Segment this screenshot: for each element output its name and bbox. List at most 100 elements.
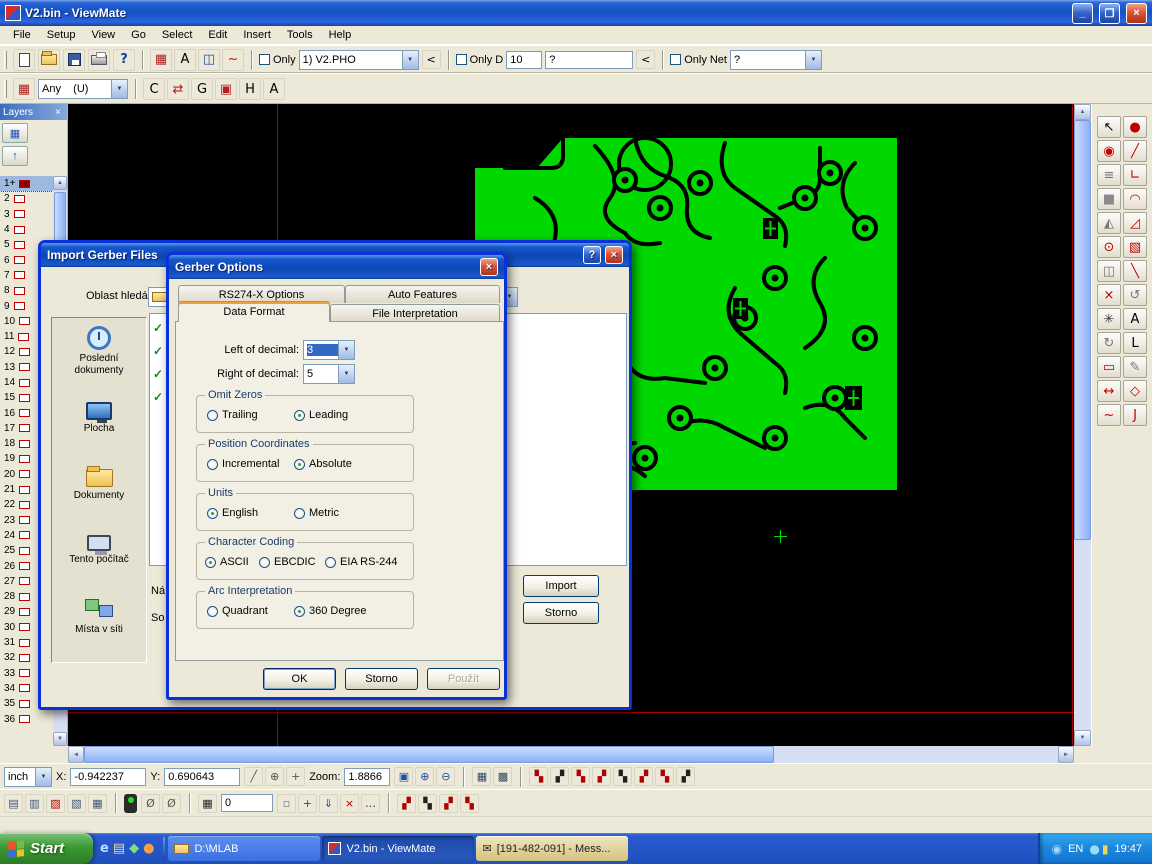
menu-item[interactable]: Tools [279,27,321,43]
layer-color-swatch[interactable] [19,486,30,494]
grid-fine-icon[interactable]: ▩ [493,767,512,786]
menu-item[interactable]: Go [123,27,154,43]
omit-zeros-leading-radio[interactable]: Leading [294,409,348,421]
swap-axes-icon[interactable]: ⇄ [167,78,189,100]
media-icon[interactable]: ◆ [129,841,139,856]
scroll-up-icon[interactable]: ▲ [53,176,67,190]
layer-color-swatch[interactable] [19,562,30,570]
dcode-pattern-4-icon[interactable]: ▞ [592,767,611,786]
pencil-icon[interactable]: ✎ [1123,356,1147,378]
unit-combo[interactable]: inch ▼ [4,767,52,787]
scroll-down-icon[interactable]: ▼ [1074,730,1091,746]
layers-panel-header[interactable]: Layers × [0,104,67,120]
menu-item[interactable]: Help [321,27,360,43]
tray-app-icon[interactable]: ◉ [1052,842,1062,856]
import-close-button[interactable]: × [605,246,623,264]
layer-color-swatch[interactable] [19,455,30,463]
fill-pattern-2-icon[interactable]: ▚ [418,794,437,813]
menu-item[interactable]: Select [154,27,201,43]
fill-pattern-4-icon[interactable]: ▚ [460,794,479,813]
waveform-icon[interactable]: ~ [222,49,244,71]
only-net-checkbox[interactable] [670,54,681,65]
layer-color-swatch[interactable] [19,409,30,417]
chevron-down-icon[interactable]: ▼ [338,341,354,359]
h-code-icon[interactable]: H [239,78,261,100]
rotate-cw-icon[interactable]: ↻ [1097,332,1121,354]
target-icon[interactable]: ⊙ [1097,236,1121,258]
slope-icon[interactable]: ◿ [1123,212,1147,234]
import-button[interactable]: Import [523,575,599,597]
layer-color-swatch[interactable] [19,669,30,677]
diamond-icon[interactable]: ◇ [1123,380,1147,402]
arc-tool-icon[interactable]: ◠ [1123,188,1147,210]
ruler-icon[interactable]: ▭ [1097,356,1121,378]
zoom-in-icon[interactable]: ⊕ [415,767,434,786]
canvas-horizontal-scrollbar[interactable]: ◄ ► [68,746,1074,763]
menu-item[interactable]: Setup [39,27,84,43]
layer-color-swatch[interactable] [19,348,30,356]
toolbar-grip[interactable] [4,80,7,98]
chevron-down-icon[interactable]: ▼ [111,80,127,98]
menu-item[interactable]: View [83,27,123,43]
frame-select-icon[interactable]: ▣ [215,78,237,100]
probe-a-icon[interactable]: Ø [141,794,160,813]
units-metric-radio[interactable]: Metric [294,507,339,519]
layer-grid-button[interactable]: ▦ [2,123,28,143]
layer-combo[interactable]: 1) V2.PHO ▼ [299,50,419,70]
zoom-value-field[interactable]: 1.8866 [344,768,390,786]
chevron-down-icon[interactable]: ▼ [805,51,821,69]
panes-icon[interactable]: ◫ [1097,260,1121,282]
place-item[interactable]: Tento počítač [52,516,146,582]
dimension-icon[interactable]: ↔ [1097,380,1121,402]
minimize-button[interactable]: _ [1072,3,1093,24]
layer-color-swatch[interactable] [19,684,30,692]
layer-color-swatch[interactable] [14,256,25,264]
probe-b-icon[interactable]: Ø [162,794,181,813]
layer-color-swatch[interactable] [19,715,30,723]
place-item[interactable]: Plocha [52,384,146,450]
layer-color-swatch[interactable] [19,379,30,387]
dcode-pattern-3-icon[interactable]: ▚ [571,767,590,786]
grid-toggle-icon[interactable]: ▦ [472,767,491,786]
origin-target-icon[interactable]: ⊕ [265,767,284,786]
layer-color-swatch[interactable] [14,195,25,203]
task-button-message[interactable]: ✉ [191-482-091] - Mess... [476,836,628,861]
mirror-icon[interactable]: ◭ [1097,212,1121,234]
place-item[interactable]: Dokumenty [52,450,146,516]
dcode-pattern-8-icon[interactable]: ▞ [676,767,695,786]
tray-indicator-icon[interactable]: ● [1089,842,1099,856]
drop-down-icon[interactable]: ⇓ [319,794,338,813]
letter-l-icon[interactable]: L [1123,332,1147,354]
chevron-down-icon[interactable]: ▼ [338,365,354,383]
aperture-grid-icon[interactable]: ▦ [150,49,172,71]
right-of-decimal-combo[interactable]: 5 ▼ [303,364,355,384]
burst-icon[interactable]: ✳ [1097,308,1121,330]
layer-color-swatch[interactable] [19,424,30,432]
axis-cross-icon[interactable]: + [286,767,305,786]
layer-row[interactable]: 1+ [0,176,53,191]
prev-dcode-button[interactable]: < [636,50,655,69]
x-coordinate-field[interactable]: -0.942237 [70,768,146,786]
layer-color-swatch[interactable] [14,287,25,295]
menu-item[interactable]: Insert [235,27,279,43]
new-file-button[interactable] [13,49,35,71]
line-tool-icon[interactable]: ╱ [1123,140,1147,162]
layer-color-swatch[interactable] [19,516,30,524]
left-of-decimal-combo[interactable]: 3 ▼ [303,340,355,360]
delete-icon[interactable]: × [1097,284,1121,306]
units-english-radio[interactable]: English [207,507,258,519]
start-button[interactable]: Start [0,833,93,864]
ok-button[interactable]: OK [263,668,336,690]
dot-grid-icon[interactable]: ▫ [277,794,296,813]
language-indicator[interactable]: EN [1068,843,1083,855]
cancel-button[interactable]: Storno [345,668,418,690]
layer-table-icon[interactable]: ▤ [4,794,23,813]
query-dcode-icon[interactable]: ◉ [1097,140,1121,162]
layer-color-swatch[interactable] [14,241,25,249]
layer-row[interactable]: 2 [0,191,53,206]
layer-color-swatch[interactable] [19,639,30,647]
wave-icon[interactable]: ~ [1097,404,1121,426]
layer-row[interactable]: 36 [0,711,53,726]
g-code-icon[interactable]: G [191,78,213,100]
layer-color-swatch[interactable] [19,593,30,601]
